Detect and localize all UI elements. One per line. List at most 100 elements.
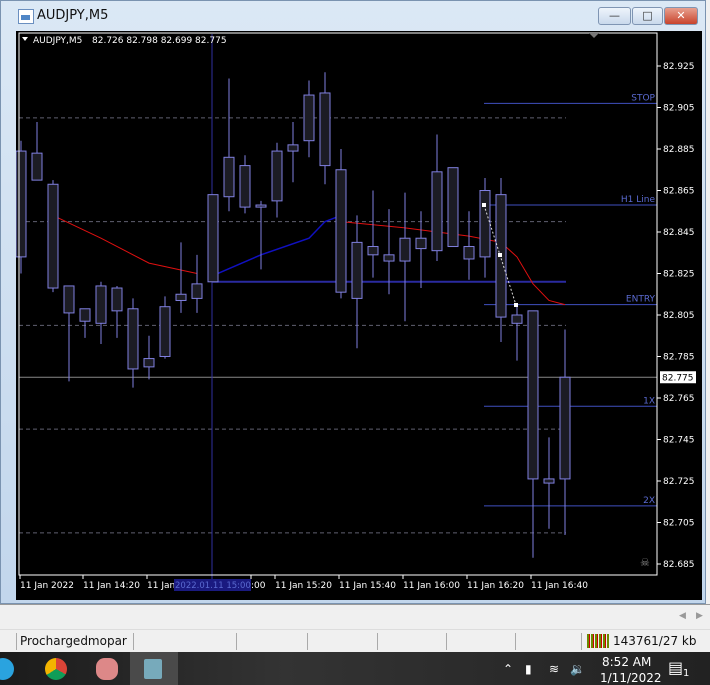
candle-body — [431, 171, 443, 252]
candle-body — [303, 94, 315, 142]
candle-body — [527, 310, 539, 480]
crosshair-time-label: 2022.01.11 15:00 — [175, 581, 251, 591]
metatrader-icon — [144, 659, 162, 679]
candle-body — [415, 237, 427, 250]
clock-time[interactable]: 8:52 AM — [602, 655, 651, 669]
price-axis-label: 82.825 — [663, 270, 695, 280]
candle-body — [559, 376, 571, 480]
time-axis-label: 11 Jan 16:20 — [467, 581, 524, 591]
trade-path-point — [482, 203, 486, 207]
bid-price-label: 82.775 — [662, 373, 694, 383]
symbol-header: AUDJPY,M5 — [33, 36, 82, 46]
time-axis-label: 11 Jan 15:20 — [275, 581, 332, 591]
candle-body — [511, 314, 523, 324]
price-axis-label: 82.725 — [663, 477, 695, 487]
scroll-left-arrow[interactable]: ◀ — [679, 611, 686, 621]
candle-body — [351, 241, 363, 299]
maximize-button[interactable]: □ — [632, 7, 663, 25]
candle-body — [47, 183, 59, 289]
collapse-triangle-icon — [22, 37, 28, 41]
candle-body — [447, 167, 459, 248]
price-axis-label: 82.865 — [663, 187, 695, 197]
snipping-tool-icon[interactable] — [96, 658, 118, 680]
candle-body — [287, 144, 299, 152]
candle-body — [207, 194, 219, 283]
chart-canvas[interactable]: STOP H1 Line ENTRY 1X 2X AUDJPY,M5 82.726 82.7… — [15, 31, 702, 600]
candle-body — [255, 204, 267, 208]
candle-body — [63, 285, 75, 314]
trade-path-point — [498, 253, 502, 257]
candle-body — [79, 308, 91, 322]
price-axis-label: 82.705 — [663, 519, 695, 529]
candle-body — [543, 478, 555, 484]
ohlc-header: 82.726 82.798 82.699 82.775 — [92, 36, 227, 46]
candle-body — [335, 169, 347, 293]
connection-bars-icon — [587, 634, 609, 648]
scroll-right-arrow[interactable]: ▶ — [696, 611, 703, 621]
candle-body — [143, 358, 155, 368]
price-axis-label: 82.925 — [663, 62, 695, 72]
candle-body — [191, 283, 203, 299]
candle-body — [127, 308, 139, 370]
candle-body — [95, 285, 107, 324]
candle-body — [159, 306, 171, 358]
candle-body — [271, 150, 283, 202]
candle-body — [319, 92, 331, 167]
time-axis-label: 11 Jan 16:00 — [403, 581, 460, 591]
show-hidden-icons[interactable]: ⌃ — [503, 662, 513, 676]
window-title: AUDJPY,M5 — [37, 8, 109, 23]
moving-average-blue — [212, 214, 342, 277]
metatrader-taskbar-button[interactable] — [130, 652, 178, 685]
price-axis-label: 82.805 — [663, 311, 695, 321]
time-axis-label: 11 Jan 16:40 — [531, 581, 588, 591]
profile-name: Prochargedmopar — [20, 634, 127, 648]
price-axis-label: 82.745 — [663, 436, 695, 446]
level-label: STOP — [631, 93, 655, 103]
candle-body — [111, 287, 123, 312]
price-axis-label: 82.905 — [663, 104, 695, 114]
chart-window: AUDJPY,M5 — □ ✕ STOP H1 Line ENTRY 1X 2X AUDJ… — [0, 0, 706, 604]
candle-body — [463, 246, 475, 260]
time-axis-label: 11 Jan 14:20 — [83, 581, 140, 591]
price-axis-label: 82.685 — [663, 560, 695, 570]
minimize-button[interactable]: — — [598, 7, 631, 25]
time-axis-label: :00 — [251, 581, 266, 591]
moving-average-red — [52, 214, 198, 274]
candle-body — [239, 165, 251, 208]
price-chart[interactable]: STOP H1 Line ENTRY 1X 2X AUDJPY,M5 82.726 82.7… — [15, 31, 702, 600]
candle-body — [31, 152, 43, 181]
notifications-icon[interactable]: ▤ — [668, 658, 683, 677]
candle-body — [175, 293, 187, 301]
taskbar: ⌃ ▮ ≋ 🔉 8:52 AM 1/11/2022 ▤ 1 — [0, 652, 710, 685]
time-axis-label: 11 Jan — [147, 581, 175, 591]
candle-body — [399, 237, 411, 262]
chrome-icon[interactable] — [45, 658, 67, 680]
volume-icon[interactable]: 🔉 — [570, 662, 585, 676]
level-label: H1 Line — [621, 195, 656, 205]
chart-window-icon — [18, 9, 34, 24]
price-axis-label: 82.845 — [663, 228, 695, 238]
skull-icon: ☠ — [640, 556, 650, 569]
trade-path-point — [514, 303, 518, 307]
traffic-counter: 143761/27 kb — [613, 634, 697, 648]
candle-body — [15, 150, 27, 258]
status-bar: Prochargedmopar 143761/27 kb — [0, 629, 710, 653]
candle-body — [479, 190, 491, 258]
notification-count: 1 — [683, 668, 690, 679]
price-axis-label: 82.885 — [663, 145, 695, 155]
candle-body — [383, 254, 395, 262]
time-axis-label: 11 Jan 2022 — [20, 581, 74, 591]
time-axis-label: 11 Jan 15:40 — [339, 581, 396, 591]
candle-body — [223, 156, 235, 198]
close-button[interactable]: ✕ — [664, 7, 698, 25]
telegram-icon[interactable] — [0, 658, 14, 680]
level-label: 1X — [643, 396, 655, 406]
wifi-icon[interactable]: ≋ — [549, 662, 559, 676]
workspace-area — [0, 604, 710, 630]
chart-shift-marker-icon — [589, 33, 599, 38]
price-axis-label: 82.785 — [663, 353, 695, 363]
battery-icon[interactable]: ▮ — [525, 662, 532, 676]
level-label: 2X — [643, 496, 655, 506]
clock-date[interactable]: 1/11/2022 — [600, 671, 662, 685]
price-axis-label: 82.765 — [663, 394, 695, 404]
